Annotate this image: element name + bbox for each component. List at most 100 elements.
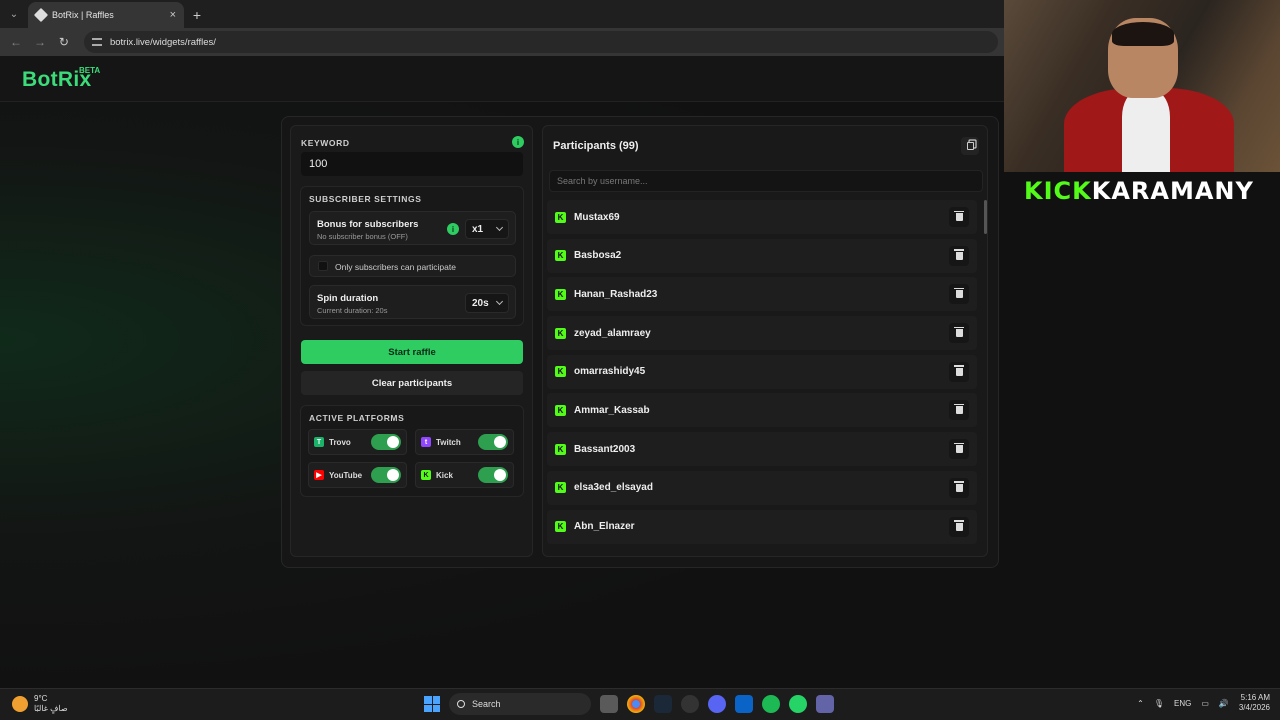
participant-name: elsa3ed_elsayad	[574, 482, 653, 494]
reload-icon[interactable]: ↻	[54, 32, 74, 52]
spotify-icon[interactable]	[762, 695, 780, 713]
twitch-icon: t	[421, 437, 431, 447]
list-item: K Ammar_Kassab	[547, 393, 977, 428]
trash-icon[interactable]	[949, 207, 969, 227]
spin-duration-row: Spin duration Current duration: 20s 20s	[309, 285, 516, 319]
trovo-toggle[interactable]	[371, 434, 401, 450]
url-field[interactable]: botrix.live/widgets/raffles/	[83, 31, 999, 53]
weather-widget[interactable]: 9°C صافٍ غالبًا	[12, 694, 68, 714]
trash-icon[interactable]	[949, 284, 969, 305]
bonus-multiplier-value: x1	[472, 223, 484, 235]
youtube-icon: ▶	[314, 470, 324, 480]
platform-name: YouTube	[329, 470, 363, 480]
kick-icon: K	[555, 288, 566, 300]
clock[interactable]: 5:16 AM 3/4/2026	[1239, 693, 1270, 713]
participant-name: Abn_Elnazer	[574, 521, 635, 532]
twitch-toggle[interactable]	[478, 434, 508, 450]
forward-icon[interactable]: →	[30, 32, 50, 52]
webcam-overlay	[1004, 0, 1280, 172]
youtube-toggle[interactable]	[371, 467, 401, 483]
list-item: Komarrashidy45	[547, 354, 977, 389]
file-explorer-icon[interactable]	[600, 695, 618, 713]
trash-icon[interactable]	[949, 400, 969, 421]
bonus-multiplier-select[interactable]: x1	[465, 219, 509, 239]
participant-name: omarrashidy45	[574, 366, 646, 378]
kick-toggle[interactable]	[478, 467, 508, 483]
clock-date: 3/4/2026	[1238, 703, 1270, 712]
whatsapp-icon[interactable]	[789, 695, 807, 713]
outlook-icon[interactable]	[735, 695, 753, 713]
bonus-info-icon[interactable]: i	[447, 223, 459, 235]
botrix-favicon-icon	[33, 7, 49, 23]
participant-search-input[interactable]: Search by username...	[549, 170, 983, 192]
platform-twitch: t Twitch	[415, 429, 514, 455]
page: BotRix BETA KEYWORD i 100 SUBSCRIBER SET…	[0, 56, 1004, 688]
chrome-icon[interactable]	[627, 695, 645, 713]
keyword-label: KEYWORD	[301, 138, 350, 148]
raffle-settings-panel: KEYWORD i 100 SUBSCRIBER SETTINGS Bonus …	[290, 125, 533, 557]
spin-duration-title: Spin duration	[317, 293, 379, 304]
spin-duration-select[interactable]: 20s	[465, 293, 509, 313]
kick-icon: K	[421, 470, 431, 480]
channel-name-overlay: KICK KARAMANY	[1004, 172, 1280, 210]
clock-time: 5:16 AM	[1240, 693, 1270, 702]
participant-name: Mustax69	[574, 211, 620, 223]
trash-icon[interactable]	[949, 477, 969, 498]
start-raffle-button[interactable]: Start raffle	[301, 340, 523, 364]
search-icon	[457, 700, 465, 708]
chevron-down-icon	[495, 223, 504, 232]
raffle-widget: KEYWORD i 100 SUBSCRIBER SETTINGS Bonus …	[281, 116, 999, 568]
trash-icon[interactable]	[949, 439, 969, 460]
participant-name: zeyad_alamraey	[574, 327, 651, 339]
active-platforms-label: ACTIVE PLATFORMS	[309, 413, 405, 423]
channel-name-part1: KICK	[1024, 177, 1092, 205]
site-info-icon[interactable]	[91, 38, 102, 46]
participants-panel: Participants (99) Search by username... …	[542, 125, 988, 557]
kick-icon: K	[555, 250, 566, 262]
clear-participants-button[interactable]: Clear participants	[301, 371, 523, 395]
only-subs-row[interactable]: Only subscribers can participate	[309, 255, 516, 277]
chatgpt-icon[interactable]	[681, 695, 699, 713]
trash-icon[interactable]	[949, 323, 969, 344]
participant-name: Hanan_Rashad23	[574, 288, 658, 300]
volume-icon[interactable]: 🔊	[1219, 699, 1229, 708]
streamer-shirt	[1122, 92, 1170, 172]
browser-tab[interactable]: BotRix | Raffles ×	[28, 2, 184, 28]
platform-name: Kick	[436, 470, 453, 480]
keyword-input[interactable]: 100	[301, 152, 523, 176]
only-subs-checkbox[interactable]	[318, 261, 328, 271]
platform-name: Trovo	[329, 437, 351, 447]
discord-icon[interactable]	[708, 695, 726, 713]
trash-icon[interactable]	[949, 361, 969, 382]
trash-icon[interactable]	[949, 245, 969, 266]
close-tab-icon[interactable]: ×	[170, 9, 176, 21]
kick-icon: K	[555, 482, 566, 494]
back-icon[interactable]: ←	[6, 32, 26, 52]
subscriber-settings-label: SUBSCRIBER SETTINGS	[309, 194, 422, 204]
list-item: Kelsa3ed_elsayad	[547, 470, 977, 505]
list-item: K Abn_Elnazer	[547, 509, 977, 544]
tab-search-icon[interactable]: ⌄	[0, 0, 28, 28]
teams-icon[interactable]	[816, 695, 834, 713]
network-icon[interactable]: ▭	[1201, 699, 1209, 708]
new-tab-button[interactable]: +	[184, 2, 210, 28]
taskbar-search-label: Search	[472, 699, 501, 709]
weather-desc: صافٍ غالبًا	[34, 704, 68, 713]
chevron-up-icon[interactable]: ⌃	[1137, 699, 1144, 708]
streamer-hair	[1112, 22, 1174, 46]
steam-icon[interactable]	[654, 695, 672, 713]
list-item: K Mustax69	[547, 200, 977, 234]
only-subs-label: Only subscribers can participate	[335, 262, 456, 272]
language-indicator[interactable]: ENG	[1174, 699, 1191, 708]
keyword-info-icon[interactable]: i	[512, 136, 524, 148]
taskbar-search[interactable]: Search	[449, 693, 591, 715]
kick-icon: K	[555, 327, 566, 339]
beta-badge: BETA	[79, 66, 101, 75]
copy-icon[interactable]	[961, 137, 979, 155]
microphone-icon[interactable]: 🎙	[1154, 699, 1164, 708]
windows-start-icon[interactable]	[424, 696, 440, 712]
trash-icon[interactable]	[949, 516, 969, 537]
participant-name: Bassant2003	[574, 443, 636, 455]
platform-name: Twitch	[436, 437, 461, 447]
participant-list-scrollbar[interactable]	[984, 200, 987, 234]
